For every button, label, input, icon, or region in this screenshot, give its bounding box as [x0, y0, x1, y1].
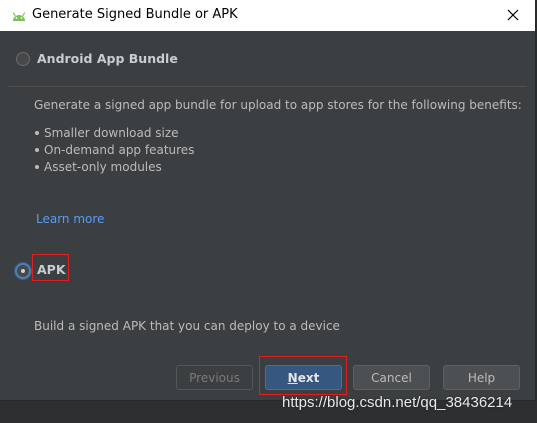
help-button[interactable]: Help — [443, 365, 520, 390]
benefits-list: Smaller download size On-demand app feat… — [35, 124, 194, 175]
radio-selected-dot — [21, 269, 25, 273]
bullet-icon — [35, 147, 39, 152]
benefit-text: On-demand app features — [44, 142, 195, 157]
app-bundle-description: Generate a signed app bundle for upload … — [34, 98, 522, 112]
previous-button[interactable]: Previous — [176, 365, 253, 390]
next-highlight-box — [259, 356, 347, 395]
signed-bundle-dialog: Generate Signed Bundle or APK Android Ap… — [0, 0, 536, 401]
window-title: Generate Signed Bundle or APK — [32, 7, 238, 22]
list-item: Asset-only modules — [35, 158, 194, 175]
learn-more-link[interactable]: Learn more — [36, 212, 104, 226]
close-icon — [507, 6, 519, 25]
apk-highlight-box — [32, 254, 69, 281]
section-divider — [8, 86, 527, 87]
close-button[interactable] — [491, 0, 535, 31]
radio-apk[interactable] — [15, 263, 31, 279]
android-icon — [11, 8, 27, 22]
title-bar: Generate Signed Bundle or APK — [0, 0, 535, 31]
list-item: On-demand app features — [35, 141, 194, 158]
bullet-icon — [35, 164, 39, 169]
benefit-text: Asset-only modules — [44, 159, 162, 174]
apk-description: Build a signed APK that you can deploy t… — [34, 319, 340, 333]
benefit-text: Smaller download size — [44, 125, 179, 140]
radio-android-app-bundle[interactable] — [16, 52, 30, 66]
list-item: Smaller download size — [35, 124, 194, 141]
bullet-icon — [35, 130, 39, 135]
cancel-button[interactable]: Cancel — [353, 365, 430, 390]
watermark-text: https://blog.csdn.net/qq_38436214 — [282, 394, 513, 411]
android-app-bundle-label[interactable]: Android App Bundle — [37, 51, 178, 66]
